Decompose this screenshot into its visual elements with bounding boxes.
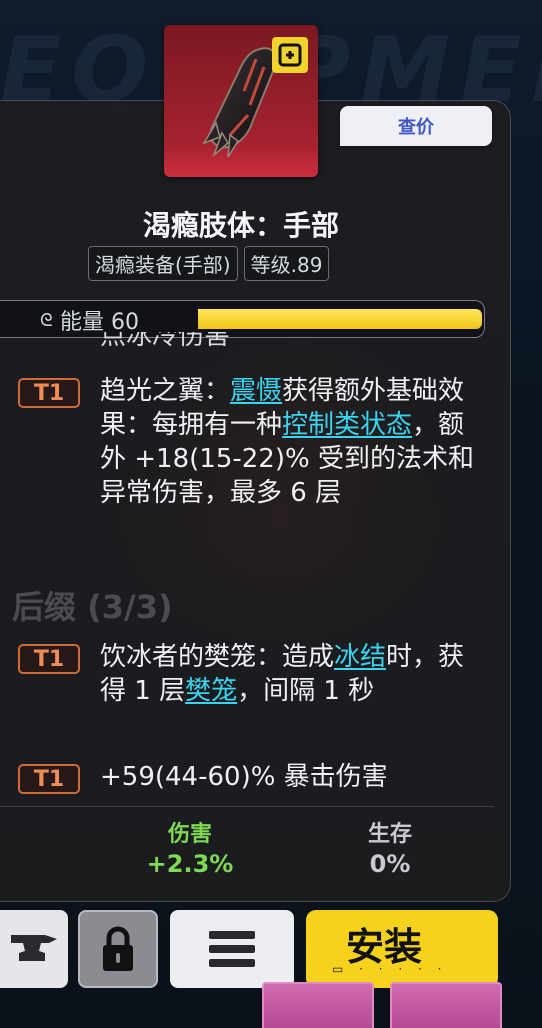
- rarity-stripe: [164, 147, 318, 177]
- prefix-tail-text: 点冰冷伤害: [100, 332, 231, 351]
- menu-button[interactable]: [170, 910, 294, 988]
- item-name: 渴瘾肢体：手部: [142, 209, 339, 242]
- energy-bar: [198, 309, 482, 329]
- stat-value: 0%: [369, 850, 411, 878]
- item-tags: 渴瘾装备(手部) 等级.89: [88, 246, 330, 281]
- inventory-slot[interactable]: [390, 982, 502, 1028]
- affix-text-segment: 饮冰者的樊笼：造成: [100, 642, 335, 672]
- affix-text-segment: ，间隔 1 秒: [237, 676, 375, 706]
- menu-icon: [209, 931, 255, 967]
- affix-text-segment: 趋光之翼：: [100, 376, 231, 406]
- affix-tier-badge: T1: [18, 378, 80, 408]
- keyword-link[interactable]: 震慑: [230, 376, 282, 406]
- stat-label: 生存: [367, 822, 412, 847]
- anvil-icon: [11, 935, 57, 961]
- item-type-tag: 渴瘾装备(手部): [88, 246, 238, 281]
- lock-button[interactable]: [78, 910, 158, 988]
- suffix-text: 饮冰者的樊笼：造成冰结时，获得 1 层樊笼，间隔 1 秒: [100, 640, 480, 708]
- install-decoration: ▭ · · · · ·: [332, 962, 448, 976]
- keyword-link[interactable]: 控制类状态: [282, 410, 412, 440]
- stats-divider: [0, 806, 494, 807]
- energy-row: 能量 60 ᘓ: [0, 300, 485, 338]
- energy-icon: ᘓ: [40, 310, 53, 331]
- inventory-slot[interactable]: [262, 982, 374, 1028]
- affix-text-segment: +59(44-60)% 暴击伤害: [100, 762, 388, 792]
- equipped-badge-icon: [272, 37, 308, 73]
- suffix-tier-badge: T1: [18, 644, 80, 674]
- stat-damage: 伤害 +2.3%: [120, 816, 260, 878]
- price-check-button[interactable]: 查价: [340, 106, 492, 146]
- affix-text: 趋光之翼：震慑获得额外基础效果：每拥有一种控制类状态，额外 +18(15-22)…: [100, 374, 480, 510]
- keyword-link[interactable]: 樊笼: [185, 676, 237, 706]
- suffix-text: +59(44-60)% 暴击伤害: [100, 760, 480, 794]
- keyword-link[interactable]: 冰结: [334, 642, 386, 672]
- stat-value: +2.3%: [146, 850, 234, 878]
- item-level-tag: 等级.89: [243, 246, 330, 281]
- suffix-section-title: 后缀 (3/3): [12, 588, 173, 626]
- forge-button[interactable]: [0, 910, 68, 988]
- stat-survival: 生存 0%: [320, 816, 460, 878]
- stat-label: 伤害: [167, 822, 212, 847]
- suffix-tier-badge: T1: [18, 764, 80, 794]
- energy-bar-fill: [198, 309, 482, 329]
- install-button[interactable]: 安装 ▭ · · · · ·: [306, 910, 498, 988]
- lock-icon: [103, 926, 133, 971]
